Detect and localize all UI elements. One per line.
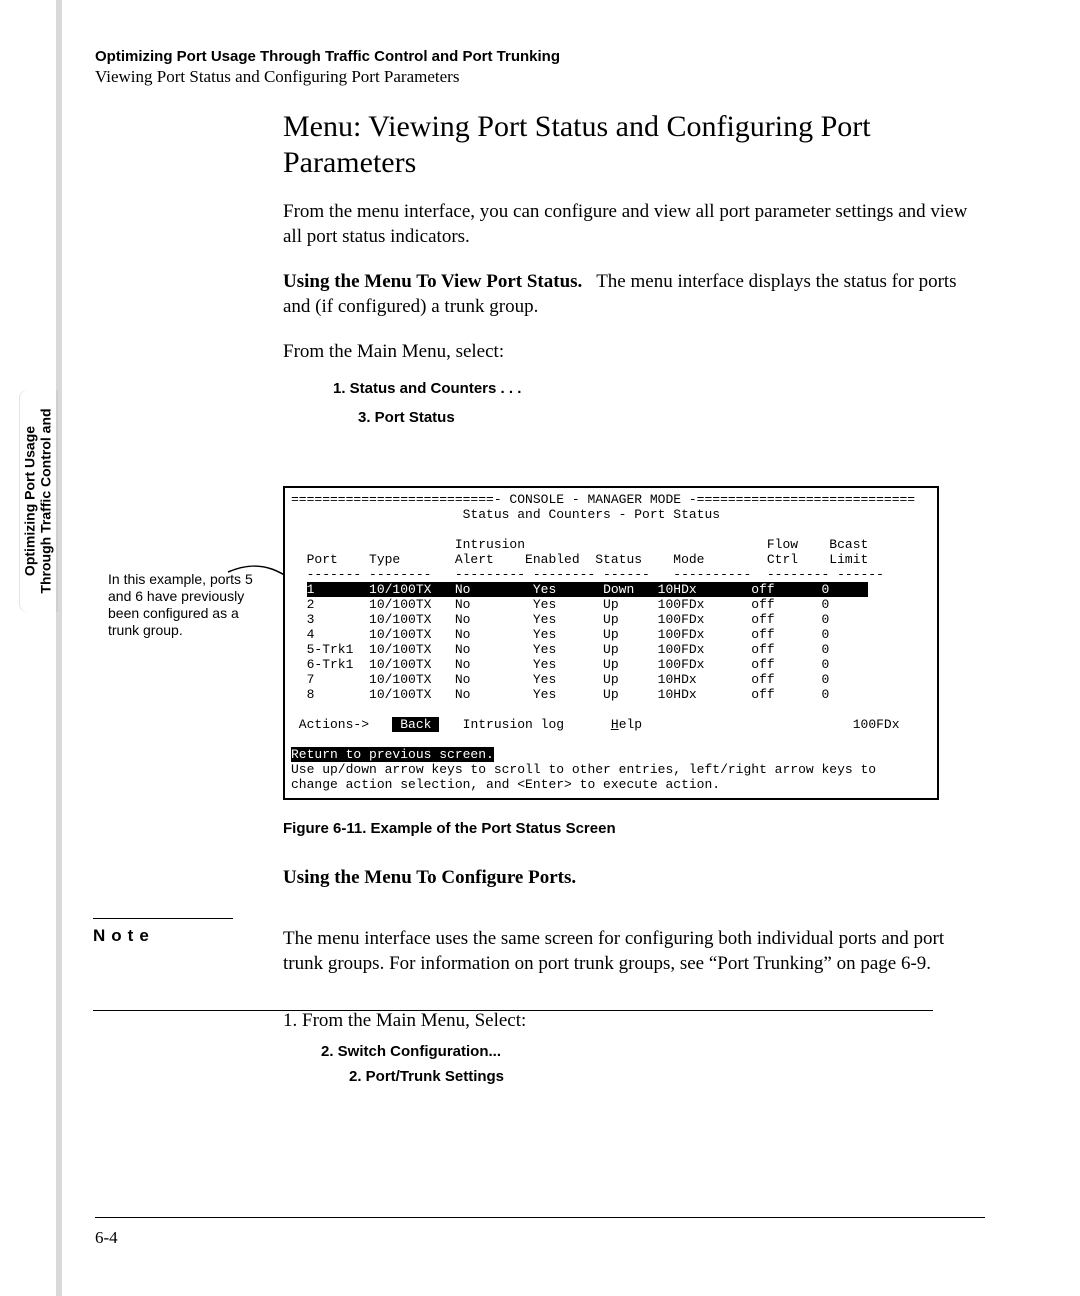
note-body: The menu interface uses the same screen … <box>283 926 985 976</box>
footer-rule <box>95 1217 985 1218</box>
figure-callout: In this example, ports 5 and 6 have prev… <box>108 571 258 639</box>
side-tab-line2: Through Traffic Control and <box>38 408 54 593</box>
side-tab-line1: Optimizing Port Usage <box>22 408 38 593</box>
figure-caption: Figure 6-11. Example of the Port Status … <box>283 820 985 837</box>
configure-heading: Using the Menu To Configure Ports. <box>283 865 985 890</box>
from-main-menu: From the Main Menu, select: <box>283 339 985 364</box>
note-label: Note <box>93 926 155 946</box>
header-bold: Optimizing Port Usage Through Traffic Co… <box>95 48 985 65</box>
ol-port-trunk: 2. Port/Trunk Settings <box>349 1068 985 1085</box>
figure-wrap: In this example, ports 5 and 6 have prev… <box>283 486 985 837</box>
note-rule-top <box>93 918 233 919</box>
note-rule-bot <box>93 1010 933 1011</box>
view-status-heading: Using the Menu To View Port Status. <box>283 271 582 292</box>
console-screenshot: ==========================- CONSOLE - MA… <box>283 486 939 800</box>
page-number: 6-4 <box>95 1228 118 1248</box>
side-strip <box>56 0 62 1296</box>
header-sub: Viewing Port Status and Configuring Port… <box>95 67 985 87</box>
note-block: Note The menu interface uses the same sc… <box>283 926 985 976</box>
menu-step-status-counters: 1. Status and Counters . . . <box>333 380 985 397</box>
view-status-paragraph: Using the Menu To View Port Status. The … <box>283 269 985 319</box>
ol-switch-config: 2. Switch Configuration... <box>321 1043 985 1060</box>
intro-text: From the menu interface, you can configu… <box>283 199 985 249</box>
side-tab: Optimizing Port Usage Through Traffic Co… <box>20 390 56 612</box>
running-header: Optimizing Port Usage Through Traffic Co… <box>95 48 985 87</box>
ol-from-main: 1. From the Main Menu, Select: <box>283 1008 985 1033</box>
section-title: Menu: Viewing Port Status and Configurin… <box>283 109 985 181</box>
menu-step-port-status: 3. Port Status <box>358 409 985 426</box>
